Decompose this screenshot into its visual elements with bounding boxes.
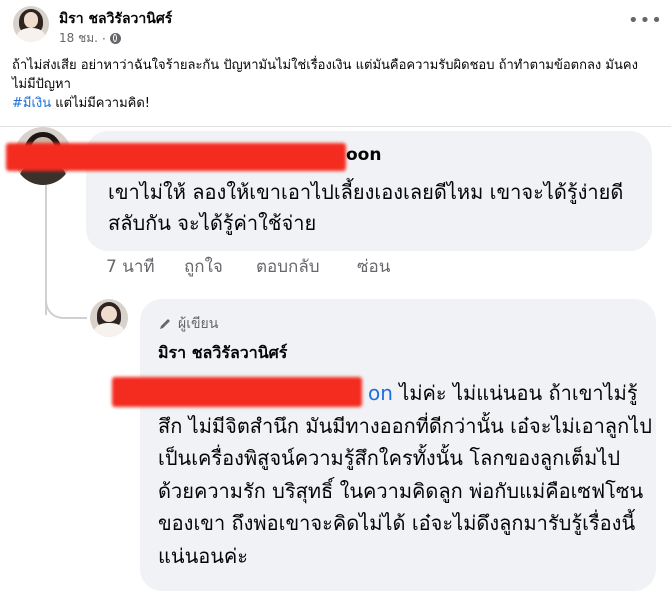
post-body: ถ้าไม่ส่งเสีย อย่าหาว่าฉันใจร้ายละกัน ปั… — [12, 56, 660, 113]
commenter-name[interactable]: oon — [346, 145, 381, 165]
comment-text: เขาไม่ให้ ลองให้เขาเอาไปเลี้ยงเองเลยดีไห… — [108, 180, 624, 235]
globe-icon — [109, 33, 121, 44]
post-time[interactable]: 18 ชม. — [59, 29, 98, 48]
comment-bubble: oon เขาไม่ให้ ลองให้เขาเอาไปเลี้ยงเองเลย… — [6, 131, 652, 251]
hide-button[interactable]: ซ่อน — [357, 253, 390, 280]
author-badge: ผู้เขียน — [158, 313, 218, 335]
reply-text-body: ไม่ค่ะ ไม่แน่นอน ถ้าเขาไม่รู้สึก ไม่มีจิ… — [158, 381, 652, 568]
like-button[interactable]: ถูกใจ — [184, 253, 223, 280]
pencil-icon — [160, 319, 170, 329]
more-dots-icon[interactable]: ••• — [628, 12, 663, 30]
reply-author-name[interactable]: มิรา ชลวิรัลวานิศร์ — [158, 341, 287, 366]
author-reply-avatar[interactable] — [90, 299, 128, 337]
post-body-text: ถ้าไม่ส่งเสีย อย่าหาว่าฉันใจร้ายละกัน ปั… — [12, 58, 638, 92]
post-body-tail: แต่ไม่มีความคิด! — [51, 96, 150, 111]
redacted-tag — [112, 377, 362, 407]
thread-connector — [45, 277, 87, 319]
redacted-name — [6, 143, 346, 171]
hashtag-link[interactable]: #มีเงิน — [12, 96, 51, 111]
author-badge-label: ผู้เขียน — [178, 316, 219, 332]
reply-button[interactable]: ตอบกลับ — [256, 253, 320, 280]
tagged-name-tail[interactable]: on — [368, 381, 393, 405]
post-card: มิรา ชลวิรัลวานิศร์ 18 ชม. · ••• ถ้าไม่ส… — [0, 0, 671, 127]
comment-thread: oon เขาไม่ให้ ลองให้เขาเอาไปเลี้ยงเองเลย… — [0, 127, 671, 599]
comment-time[interactable]: 7 นาที — [106, 253, 155, 280]
post-meta: 18 ชม. · — [59, 29, 121, 48]
post-author-avatar[interactable] — [13, 6, 49, 42]
post-author-name[interactable]: มิรา ชลวิรัลวานิศร์ — [59, 8, 172, 30]
reply-bubble: ผู้เขียน มิรา ชลวิรัลวานิศร์ on ไม่ค่ะ ไ… — [112, 299, 656, 591]
